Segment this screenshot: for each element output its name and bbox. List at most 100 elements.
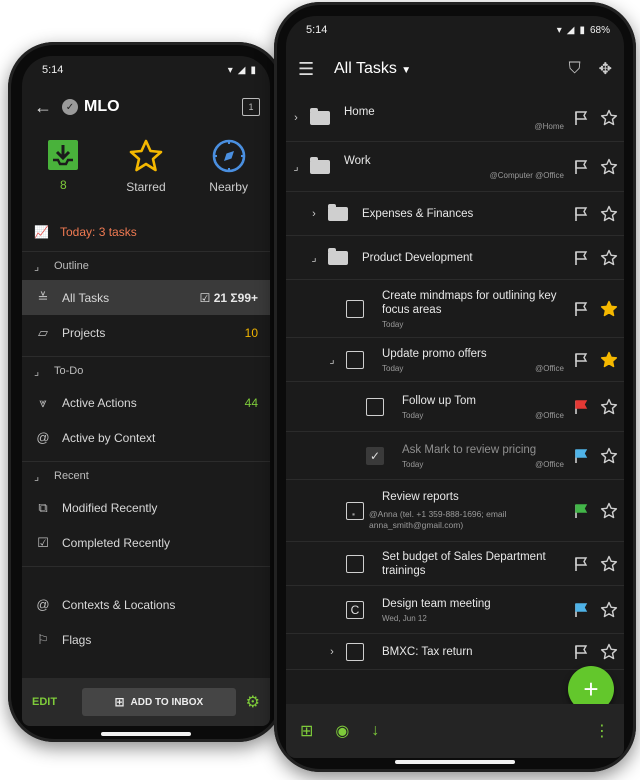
checkbox-icon[interactable] [346,299,364,318]
checked-checkbox-icon[interactable]: ✓ [366,446,384,465]
quick-inbox[interactable]: 8 [28,138,98,208]
nav-completed-recently-label: Completed Recently [62,535,171,550]
row-title: Work [344,154,371,167]
status-icons: ▾ ◢ ▮ [228,65,256,76]
flag-icon[interactable] [568,192,594,235]
star-icon[interactable] [594,634,624,669]
section-recent[interactable]: ⌟ Recent [22,462,270,490]
row-body: BMXC: Tax return [382,634,568,669]
star-icon[interactable] [594,192,624,235]
expander-icon[interactable]: ⌟ [326,338,338,381]
section-outline[interactable]: ⌟ Outline [22,252,270,280]
nav-active-by-context[interactable]: @ Active by Context [22,420,270,455]
flag-icon[interactable] [568,338,594,381]
flag-icon[interactable] [568,586,594,633]
row-title: Review reports [382,491,459,503]
row-meta: Wed, Jun 12 [382,614,568,623]
nav-flags[interactable]: ⚐ Flags [22,622,270,657]
task-row[interactable]: Create mindmaps for outlining key focus … [286,280,624,338]
checkbox-icon[interactable] [346,554,364,573]
folder-row[interactable]: › Home @Home [286,94,624,142]
star-icon[interactable] [594,338,624,381]
flag-icon[interactable] [568,480,594,541]
folder-row[interactable]: ⌟ Work @Computer @Office [286,142,624,192]
expander-icon[interactable]: › [326,634,338,669]
more-vert-icon[interactable]: ⋮ [594,721,610,741]
nav-completed-recently[interactable]: ☑ Completed Recently [22,525,270,560]
today-tasks[interactable]: 📈 Today: 3 tasks [22,212,270,252]
add-subtask-icon[interactable]: ⊞ [300,721,313,741]
filter-icon[interactable]: ⛉ [569,60,581,78]
expander-icon[interactable]: › [308,192,320,235]
task-row[interactable]: Set budget of Sales Department trainings [286,542,624,586]
task-row[interactable]: ✓ Ask Mark to review pricing Today @Office [286,432,624,480]
flag-icon[interactable] [568,280,594,337]
edit-button[interactable]: EDIT [32,696,72,708]
row-date: Today [402,459,424,469]
star-icon[interactable] [594,480,624,541]
today-label: Today: 3 tasks [60,224,137,239]
nav-projects[interactable]: ▱ Projects 10 [22,315,270,350]
task-row[interactable]: ⌟ Update promo offers Today @Office [286,338,624,382]
nav-modified-recently[interactable]: ⧉ Modified Recently [22,490,270,525]
folder-row[interactable]: ⌟ Product Development [286,236,624,280]
expander-icon[interactable]: ⌟ [308,236,320,279]
row-body: Product Development [362,236,568,279]
nav-contexts-locations[interactable]: @ Contexts & Locations [22,587,270,622]
expander-icon[interactable]: ⌟ [290,142,302,191]
task-row[interactable]: › BMXC: Tax return [286,634,624,670]
checkbox-icon[interactable] [346,642,364,661]
star-icon[interactable] [594,542,624,585]
nav-active-actions[interactable]: ⩔ Active Actions 44 [22,385,270,420]
back-arrow-icon[interactable]: ← [34,97,56,118]
section-todo[interactable]: ⌟ To-Do [22,357,270,385]
right-screen: 5:14 ▾ ◢ ▮ 68% ☰ All Tasks ▼ ⛉ ✥ › Home @H… [286,16,624,758]
star-icon[interactable] [594,236,624,279]
view-selector[interactable]: All Tasks ▼ [334,60,551,78]
arrow-down-icon[interactable]: ↓ [371,722,379,740]
compass-icon [212,139,245,173]
star-icon[interactable] [594,432,624,479]
hamburger-menu-icon[interactable]: ☰ [298,59,334,80]
gear-icon[interactable]: ⚙ [246,692,260,712]
star-icon[interactable] [594,382,624,431]
status-bar: 5:14 ▾ ◢ ▮ 68% [286,16,624,44]
nav-contexts-locations-label: Contexts & Locations [62,597,176,612]
flag-icon[interactable] [568,142,594,191]
task-row[interactable]: Review reports ▪ @Anna (tel. +1 359-888-16… [286,480,624,542]
checkbox-icon[interactable] [366,397,384,416]
task-row[interactable]: Follow up Tom Today @Office [286,382,624,432]
eye-icon[interactable]: ◉ [335,721,349,741]
folder-icon [328,247,348,265]
flag-icon[interactable] [568,432,594,479]
row-meta: @Home [344,122,568,131]
star-icon[interactable] [594,280,624,337]
recurring-checkbox-icon[interactable]: C [346,600,364,619]
star-icon[interactable] [594,142,624,191]
flag-icon[interactable] [568,542,594,585]
add-to-inbox-button[interactable]: ⊞ ADD TO INBOX [82,688,236,716]
task-row[interactable]: C Design team meeting Wed, Jun 12 [286,586,624,634]
nav-active-actions-label: Active Actions [62,395,137,410]
nav-all-tasks[interactable]: ≚ All Tasks ☑ 21 Σ 99+ [22,280,270,315]
tasks-list-icon: ≚ [37,289,49,305]
row-body: Home @Home [344,94,568,141]
quick-starred[interactable]: Starred [111,138,181,208]
flag-icon[interactable] [568,94,594,141]
row-body: Set budget of Sales Department trainings [382,542,568,585]
row-date: Today [402,410,424,420]
row-title: Expenses & Finances [362,207,474,220]
nav-modified-recently-label: Modified Recently [62,500,158,515]
layers-icon[interactable]: 1 [242,98,260,116]
star-icon[interactable] [594,586,624,633]
folder-row[interactable]: › Expenses & Finances [286,192,624,236]
flag-icon[interactable] [568,236,594,279]
expander-icon[interactable]: › [290,94,302,141]
move-arrows-icon[interactable]: ✥ [599,59,612,79]
star-icon[interactable] [594,94,624,141]
flag-icon[interactable] [568,382,594,431]
flag-icon[interactable] [568,634,594,669]
quick-nearby[interactable]: Nearby [194,138,264,208]
plus-icon: + [583,673,599,704]
checkbox-icon[interactable] [346,350,364,369]
